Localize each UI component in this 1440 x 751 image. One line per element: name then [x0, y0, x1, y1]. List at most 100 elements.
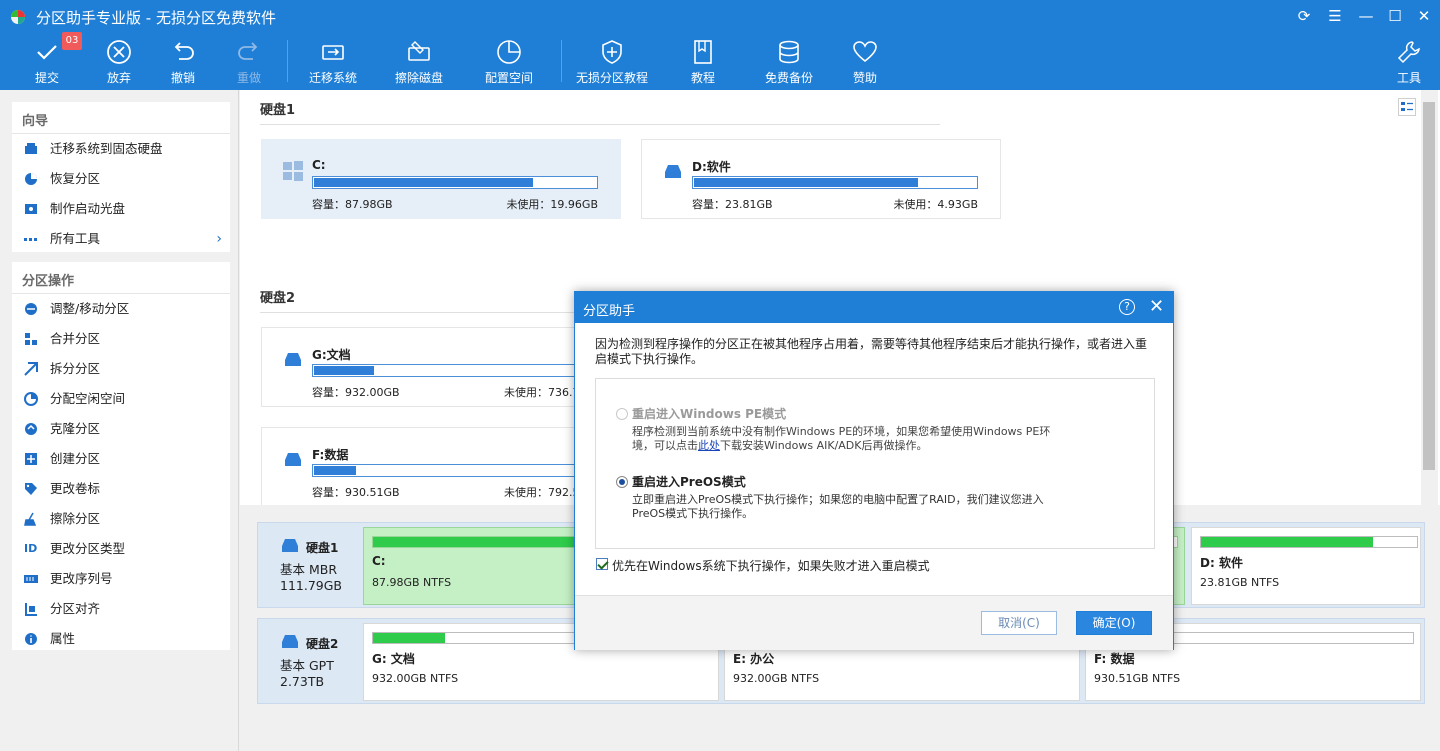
redo-icon	[238, 42, 258, 60]
toolbar-divider	[287, 40, 288, 82]
radio-windows-pe[interactable]	[616, 408, 628, 420]
tutorial-button[interactable]: 教程	[676, 32, 730, 90]
sidebar-item-change-label[interactable]: 更改卷标	[12, 474, 230, 504]
ok-button[interactable]: 确定(O)	[1076, 611, 1152, 635]
sidebar-item-allocate-free[interactable]: 分配空闲空间	[12, 384, 230, 414]
allocate-space-button[interactable]: 配置空间	[478, 32, 540, 90]
sidebar-item-create[interactable]: 创建分区	[12, 444, 230, 474]
drive-icon	[665, 165, 681, 178]
disk-info: 硬盘1 基本 MBR 111.79GB	[258, 523, 362, 607]
tools-button[interactable]: 工具	[1382, 32, 1436, 90]
dialog-close-icon[interactable]: ✕	[1149, 296, 1164, 317]
radio-preos[interactable]	[616, 476, 628, 488]
wizard-panel: 向导 迁移系统到固态硬盘 恢复分区 制作启动光盘 所有工具 ›	[12, 102, 230, 252]
disk-icon	[282, 539, 298, 552]
migrate-disk-icon	[25, 143, 37, 154]
sidebar-item-boot-cd[interactable]: 制作启动光盘	[12, 194, 230, 224]
partition-card-g[interactable]: G:文档 容量：932.00GB 未使用：736.7	[261, 327, 621, 407]
clone-icon	[25, 423, 37, 435]
menu-icon[interactable]: ☰	[1324, 6, 1346, 26]
dialog-title: 分区助手	[583, 304, 636, 319]
checkbox-checked[interactable]	[596, 558, 608, 570]
partition-card-f[interactable]: F:数据 容量：930.51GB 未使用：792.5	[261, 427, 621, 507]
merge-icon	[25, 333, 37, 345]
disk-info: 硬盘2 基本 GPT 2.73TB	[258, 619, 362, 703]
option-windows-pe[interactable]: 重启进入Windows PE模式 程序检测到当前系统中没有制作Windows P…	[616, 405, 1136, 455]
serial-icon	[24, 575, 38, 583]
title-bar: 分区助手专业版 - 无损分区免费软件 ⟳ ☰ — ☐ ✕	[0, 0, 1440, 32]
sidebar-item-all-tools[interactable]: 所有工具 ›	[12, 224, 230, 254]
book-icon	[694, 40, 712, 64]
cancel-button[interactable]: 取消(C)	[981, 611, 1057, 635]
partition-ops-panel: 分区操作 调整/移动分区 合并分区 拆分分区 分配空闲空间 克隆分区 创建分区 …	[12, 262, 230, 650]
chevron-right-icon: ›	[216, 231, 222, 247]
discard-button[interactable]: 放弃	[92, 32, 146, 90]
free-backup-button[interactable]: 免费备份	[758, 32, 820, 90]
disk2-title: 硬盘2	[260, 291, 296, 306]
sidebar-item-migrate-ssd[interactable]: 迁移系统到固态硬盘	[12, 134, 230, 164]
sidebar-item-recover-partition[interactable]: 恢复分区	[12, 164, 230, 194]
toolbar-divider	[561, 40, 562, 82]
allocate-pie-icon	[24, 392, 38, 406]
broom-icon	[24, 512, 37, 526]
sidebar-item-align[interactable]: 分区对齐	[12, 594, 230, 624]
window-title: 分区助手专业版 - 无损分区免费软件	[36, 9, 276, 27]
pending-count-badge: 03	[62, 32, 82, 50]
app-window: 分区助手专业版 - 无损分区免费软件 ⟳ ☰ — ☐ ✕ 提交 放弃 撤销 重做…	[0, 0, 1440, 751]
disk1-title: 硬盘1	[260, 103, 296, 118]
sidebar-item-change-serial[interactable]: 更改序列号	[12, 564, 230, 594]
sidebar-item-merge[interactable]: 合并分区	[12, 324, 230, 354]
allocate-space-icon	[497, 40, 521, 64]
boot-disc-icon	[25, 204, 37, 214]
usage-bar	[312, 464, 598, 477]
recover-pie-icon	[25, 173, 37, 185]
sidebar-item-wipe[interactable]: 擦除分区	[12, 504, 230, 534]
partition-card-d[interactable]: D:软件 容量：23.81GB 未使用：4.93GB	[641, 139, 1001, 219]
migrate-os-button[interactable]: 迁移系统	[302, 32, 364, 90]
maximize-icon[interactable]: ☐	[1384, 6, 1406, 26]
undo-button[interactable]: 撤销	[156, 32, 210, 90]
sponsor-button[interactable]: 赞助	[838, 32, 892, 90]
usage-bar	[312, 364, 598, 377]
drive-icon	[285, 353, 301, 366]
help-icon[interactable]: ?	[1119, 299, 1135, 315]
tutorial-lossless-button[interactable]: 无损分区教程	[572, 32, 652, 90]
tag-icon	[25, 483, 37, 495]
app-logo-icon	[11, 10, 25, 24]
partition-card-c[interactable]: C: 容量：87.98GB 未使用：19.96GB	[261, 139, 621, 219]
undo-icon	[174, 42, 194, 60]
wrench-icon	[1397, 41, 1420, 64]
minimize-icon[interactable]: —	[1355, 6, 1377, 26]
dialog-title-bar: 分区助手 ? ✕	[575, 292, 1173, 323]
disk-map-partition-d[interactable]: D: 软件 23.81GB NTFS	[1191, 527, 1421, 605]
usage-bar	[692, 176, 978, 189]
split-icon	[24, 362, 38, 376]
view-toggle-button[interactable]	[1398, 98, 1416, 116]
drive-icon	[285, 453, 301, 466]
refresh-icon[interactable]: ⟳	[1293, 6, 1315, 26]
wizard-title: 向导	[12, 102, 230, 134]
shield-icon	[602, 40, 622, 64]
partition-ops-title: 分区操作	[12, 262, 230, 294]
option-windows-pe-desc: 程序检测到当前系统中没有制作Windows PE的环境，如果您希望使用Windo…	[632, 425, 1051, 452]
download-link[interactable]: 此处	[698, 439, 720, 452]
heart-icon	[853, 41, 877, 63]
redo-button[interactable]: 重做	[222, 32, 276, 90]
sidebar-item-clone[interactable]: 克隆分区	[12, 414, 230, 444]
sidebar-item-change-type[interactable]: ID 更改分区类型	[12, 534, 230, 564]
sidebar-item-split[interactable]: 拆分分区	[12, 354, 230, 384]
option-preos[interactable]: 重启进入PreOS模式 立即重启进入PreOS模式下执行操作；如果您的电脑中配置…	[616, 473, 1136, 523]
vertical-scrollbar[interactable]	[1421, 90, 1438, 505]
info-icon	[25, 633, 37, 645]
dialog-message: 因为检测到程序操作的分区正在被其他程序占用着，需要等待其他程序结束后才能执行操作…	[595, 337, 1148, 366]
wipe-disk-button[interactable]: 擦除磁盘	[388, 32, 450, 90]
check-icon	[37, 45, 57, 60]
sidebar-item-resize-move[interactable]: 调整/移动分区	[12, 294, 230, 324]
usage-bar	[312, 176, 598, 189]
scrollbar-thumb[interactable]	[1423, 102, 1435, 470]
restart-mode-dialog: 分区助手 ? ✕ 因为检测到程序操作的分区正在被其他程序占用着，需要等待其他程序…	[574, 291, 1174, 650]
align-icon	[25, 603, 37, 616]
divider	[260, 124, 940, 125]
close-icon[interactable]: ✕	[1413, 6, 1435, 26]
sidebar-item-properties[interactable]: 属性	[12, 624, 230, 654]
